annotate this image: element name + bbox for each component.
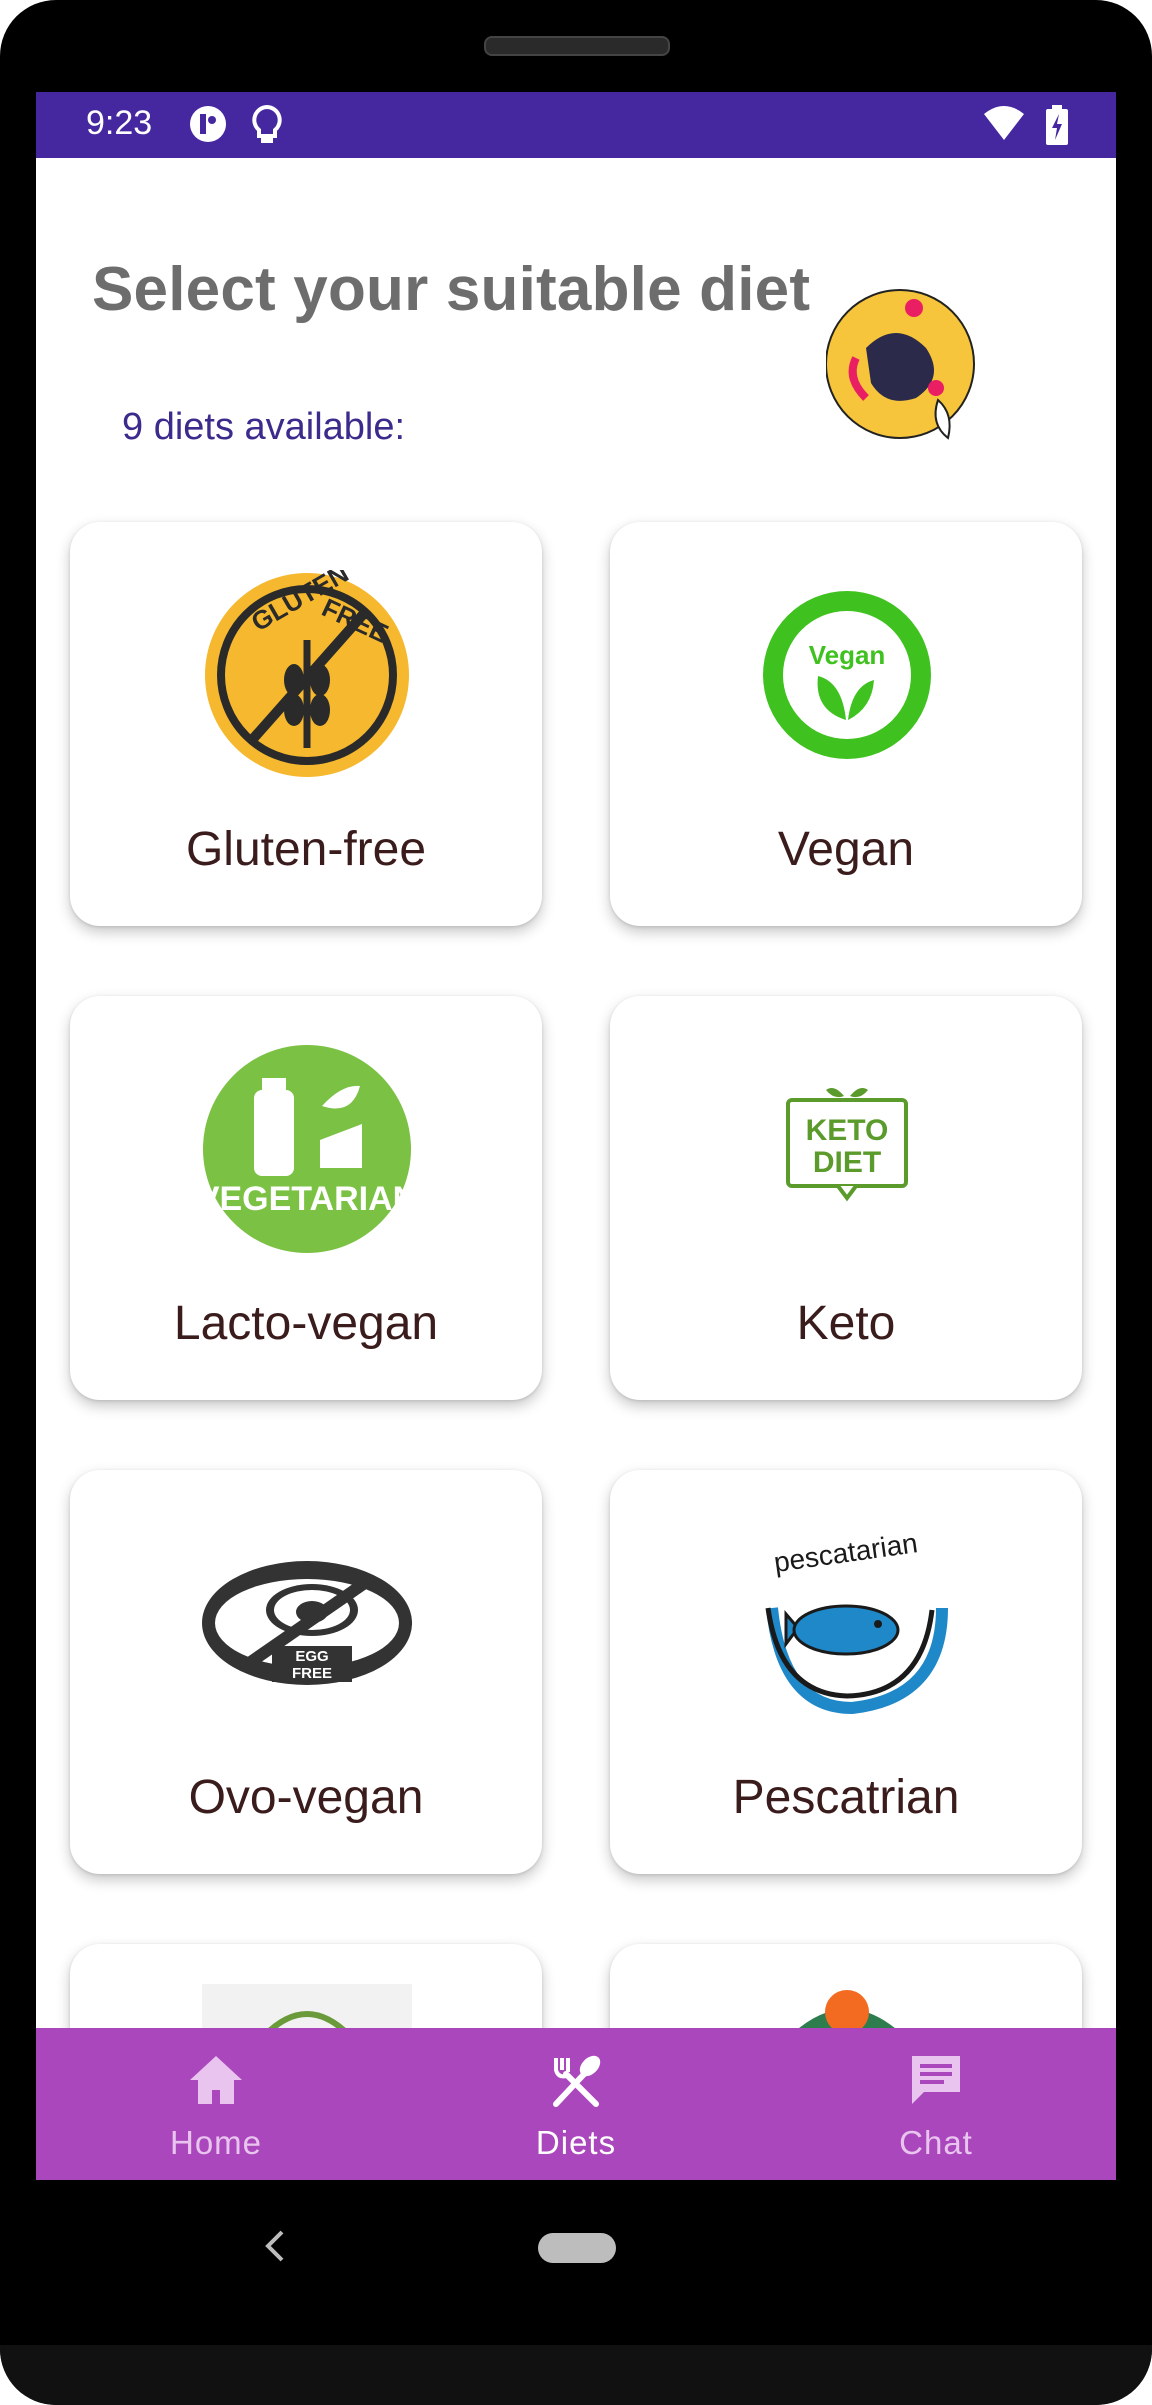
key-icon <box>188 104 228 149</box>
nav-chat-label: Chat <box>899 2124 973 2161</box>
app-screen: 9:23 Select your suitable diet 9 diets a… <box>36 92 1116 2180</box>
chat-icon <box>912 2056 960 2104</box>
home-icon <box>190 2056 242 2104</box>
nav-chat[interactable]: Chat <box>756 2028 1116 2180</box>
diet-card-label: Keto <box>796 1297 896 1350</box>
svg-text:pescatarian: pescatarian <box>772 1527 920 1578</box>
gluten-free-icon: GLUTEN FREE <box>202 558 412 780</box>
diet-card-lacto-vegan[interactable]: VEGETARIAN Lacto-vegan <box>70 996 542 1400</box>
diet-card-label: Ovo-vegan <box>188 1771 424 1824</box>
system-back-button[interactable] <box>262 2226 288 2271</box>
nav-home-label: Home <box>169 2124 263 2161</box>
status-time: 9:23 <box>86 104 153 142</box>
svg-text:KETO: KETO <box>806 1114 889 1147</box>
bottom-navigation: Home Diets Chat <box>36 2028 1116 2180</box>
svg-text:EGG: EGG <box>295 1648 328 1665</box>
svg-text:VEGETARIAN: VEGETARIAN <box>202 1180 412 1218</box>
diet-card-label: Lacto-vegan <box>173 1297 439 1350</box>
vegetarian-milk-icon: VEGETARIAN <box>197 1044 417 1254</box>
svg-text:DIET: DIET <box>813 1146 881 1179</box>
app-logo-icon <box>825 288 984 444</box>
diet-card-gluten-free[interactable]: GLUTEN FREE Gluten-free <box>70 522 542 926</box>
vegan-icon: Vegan <box>742 570 952 780</box>
diet-card-keto[interactable]: KETO DIET Keto <box>610 996 1082 1400</box>
battery-charging-icon <box>1044 104 1070 151</box>
utensils-icon <box>553 2055 601 2107</box>
svg-text:FREE: FREE <box>292 1665 332 1682</box>
diet-card-ovo-vegan[interactable]: EGG FREE Ovo-vegan <box>70 1470 542 1874</box>
diet-card-label: Gluten-free <box>185 823 427 876</box>
nav-diets-label: Diets <box>535 2124 617 2161</box>
keto-diet-icon: KETO DIET <box>742 1044 952 1254</box>
svg-text:Vegan: Vegan <box>809 640 886 670</box>
earpiece-speaker <box>484 36 670 56</box>
diet-card-pescatarian[interactable]: pescatarian Pescatrian <box>610 1470 1082 1874</box>
device-frame: 9:23 Select your suitable diet 9 diets a… <box>0 0 1152 2405</box>
diet-card-label: Pescatrian <box>732 1771 960 1824</box>
page-title: Select your suitable diet <box>92 255 811 324</box>
diet-card-vegan[interactable]: Vegan Vegan <box>610 522 1082 926</box>
system-home-pill[interactable] <box>538 2233 616 2263</box>
pescatarian-fish-icon: pescatarian <box>742 1518 952 1728</box>
wifi-icon <box>982 104 1026 147</box>
nav-home[interactable]: Home <box>36 2028 396 2180</box>
egg-free-icon: EGG FREE <box>202 1518 413 1728</box>
status-bar: 9:23 <box>36 92 1116 158</box>
nav-diets[interactable]: Diets <box>396 2028 756 2180</box>
diet-card-label: Vegan <box>777 823 915 876</box>
lightbulb-icon <box>250 104 284 151</box>
device-bottom-edge <box>0 2345 1152 2405</box>
diet-count-subtitle: 9 diets available: <box>122 406 406 448</box>
